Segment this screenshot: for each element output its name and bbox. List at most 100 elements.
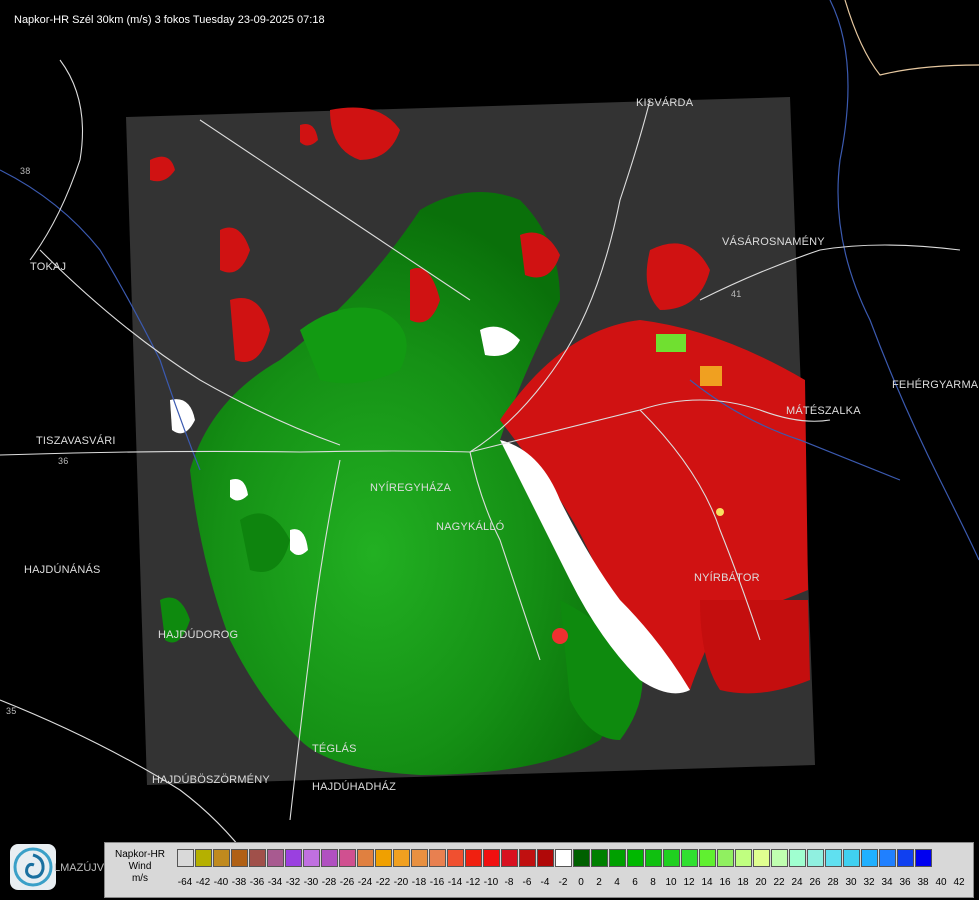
legend-tick-label: 18 (737, 877, 749, 888)
border-line (844, 0, 979, 76)
legend-swatch (753, 849, 770, 867)
legend-swatch (681, 849, 698, 867)
legend-swatch (861, 849, 878, 867)
legend-swatch (591, 849, 608, 867)
legend-swatch (663, 849, 680, 867)
legend-swatch (447, 849, 464, 867)
city-label-hajdunanas: HAJDÚNÁNÁS (24, 564, 101, 576)
legend-tick-label: -38 (231, 877, 247, 888)
city-label-vasarosnameny: VÁSÁROSNAMÉNY (722, 236, 825, 248)
map-title: Napkor-HR Szél 30km (m/s) 3 fokos Tuesda… (14, 14, 325, 26)
legend-tick-label: 24 (791, 877, 803, 888)
legend-tick-label: 0 (578, 877, 584, 888)
legend-swatch (465, 849, 482, 867)
legend-tick-label: -42 (195, 877, 211, 888)
legend-swatch (393, 849, 410, 867)
legend-tick-label: -26 (339, 877, 355, 888)
legend-swatches (177, 849, 933, 867)
legend-tick-label: 28 (827, 877, 839, 888)
legend-swatch (339, 849, 356, 867)
legend-tick-label: -20 (393, 877, 409, 888)
legend-tick-label: -14 (447, 877, 463, 888)
legend-tick-label: 40 (935, 877, 947, 888)
legend-tick-label: -28 (321, 877, 337, 888)
legend-swatch (771, 849, 788, 867)
legend-swatch (915, 849, 932, 867)
legend-swatch (627, 849, 644, 867)
legend-tick-label: 12 (683, 877, 695, 888)
legend-swatch (411, 849, 428, 867)
legend-title: Napkor-HR Wind m/s (109, 849, 171, 885)
city-label-tiszavasvari: TISZAVASVÁRI (36, 435, 116, 447)
legend-tick-label: 8 (650, 877, 656, 888)
city-label-nyirbator: NYÍRBÁTOR (694, 572, 760, 584)
legend-tick-label: 14 (701, 877, 713, 888)
city-label-nyiregyhaza: NYÍREGYHÁZA (370, 482, 452, 494)
legend-swatch (483, 849, 500, 867)
legend-swatch (195, 849, 212, 867)
echo-spot-lightgreen (656, 334, 686, 352)
legend-tick-label: -12 (465, 877, 481, 888)
legend-swatch (645, 849, 662, 867)
legend-tick-label: -32 (285, 877, 301, 888)
legend-swatch (249, 849, 266, 867)
legend-swatch (501, 849, 518, 867)
road-label-41: 41 (731, 289, 742, 299)
echo-spot-red (552, 628, 568, 644)
legend-tick-label: 6 (632, 877, 638, 888)
legend-tick-label: -36 (249, 877, 265, 888)
legend-title-line: Wind (128, 861, 152, 872)
city-label-hajduboszormeny: HAJDÚBÖSZÖRMÉNY (152, 774, 270, 786)
legend-swatch (231, 849, 248, 867)
legend-swatch (321, 849, 338, 867)
city-label-nagykallo: NAGYKÁLLÓ (436, 521, 505, 533)
legend-swatch (285, 849, 302, 867)
legend-swatch (825, 849, 842, 867)
legend-swatch (537, 849, 554, 867)
legend-tick-label: -6 (522, 877, 532, 888)
legend-tick-label: -10 (483, 877, 499, 888)
legend-tick-label: -24 (357, 877, 373, 888)
legend-tick-label: 20 (755, 877, 767, 888)
wind-color-legend: Napkor-HR Wind m/s -64 -42 -40 -38 -36 -34 -32… (104, 842, 974, 898)
legend-tick-label: -8 (504, 877, 514, 888)
legend-swatch (699, 849, 716, 867)
legend-swatch (807, 849, 824, 867)
legend-title-line: Napkor-HR (114, 849, 165, 860)
legend-tick-label: 10 (665, 877, 677, 888)
legend-tick-label: 16 (719, 877, 731, 888)
city-label-fehergyarmat: FEHÉRGYARMA (892, 379, 979, 391)
legend-tick-label: -34 (267, 877, 283, 888)
legend-swatch (177, 849, 194, 867)
legend-swatch (573, 849, 590, 867)
legend-tick-label: -18 (411, 877, 427, 888)
legend-tick-label: -22 (375, 877, 391, 888)
road-label-38: 38 (20, 166, 31, 176)
city-label-mateszalka: MÁTÉSZALKA (786, 405, 861, 417)
echo-spot-orange (700, 366, 722, 386)
legend-swatch (735, 849, 752, 867)
legend-tick-label: 36 (899, 877, 911, 888)
legend-swatch (357, 849, 374, 867)
logo-swirl-icon (10, 844, 56, 890)
legend-swatch (843, 849, 860, 867)
legend-tick-label: 26 (809, 877, 821, 888)
legend-swatch (519, 849, 536, 867)
legend-swatch (879, 849, 896, 867)
road-label-36: 36 (58, 456, 69, 466)
legend-tick-label: 30 (845, 877, 857, 888)
legend-tick-label: -2 (558, 877, 568, 888)
legend-swatch (897, 849, 914, 867)
legend-tick-label: -16 (429, 877, 445, 888)
legend-tick-label: 38 (917, 877, 929, 888)
legend-tick-label: 34 (881, 877, 893, 888)
city-label-kisvarda: KISVÁRDA (636, 97, 694, 109)
legend-swatch (609, 849, 626, 867)
city-label-tokaj: TOKAJ (30, 261, 67, 273)
legend-swatch (303, 849, 320, 867)
legend-swatch (429, 849, 446, 867)
legend-tick-label: 42 (953, 877, 965, 888)
city-label-hajduhadhaz: HAJDÚHADHÁZ (312, 781, 397, 793)
legend-tick-label: 22 (773, 877, 785, 888)
legend-tick-label: -40 (213, 877, 229, 888)
